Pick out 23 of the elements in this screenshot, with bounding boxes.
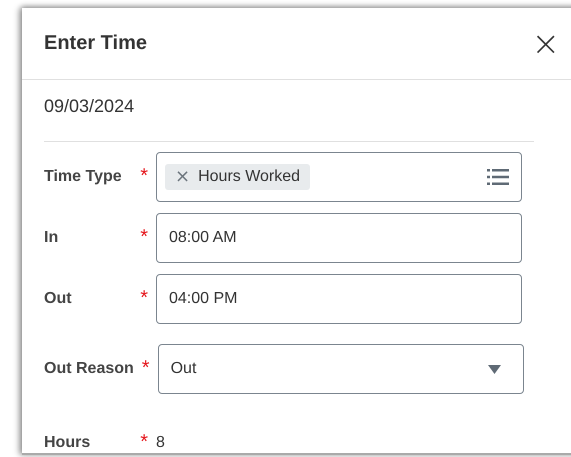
dropdown-value: Out (170, 360, 196, 378)
close-button[interactable]: × (530, 26, 562, 60)
tag-label: Hours Worked (198, 168, 300, 186)
remove-tag-button[interactable]: × (175, 168, 190, 186)
dialog-title: Enter Time (44, 32, 147, 55)
time-input[interactable]: 08:00 AM (156, 213, 522, 263)
dropdown-caret-icon (488, 364, 501, 374)
dropdown-field[interactable]: Out (158, 344, 524, 394)
required-mark: * (140, 290, 148, 308)
field-label: Out Reason (44, 360, 134, 378)
hours-value: 8 (156, 434, 165, 452)
required-mark: * (142, 360, 150, 378)
list-icon[interactable] (487, 168, 509, 186)
field-label: Hours (44, 434, 90, 452)
time-input[interactable]: 04:00 PM (156, 274, 522, 324)
field-label: In (44, 229, 58, 247)
required-mark: * (140, 434, 148, 452)
multiselect-field[interactable]: × Hours Worked (156, 152, 522, 202)
required-mark: * (140, 168, 148, 186)
date-text: 09/03/2024 (44, 96, 136, 117)
required-mark: * (140, 229, 148, 247)
field-label: Time Type (44, 168, 122, 186)
field-label: Out (44, 290, 72, 308)
